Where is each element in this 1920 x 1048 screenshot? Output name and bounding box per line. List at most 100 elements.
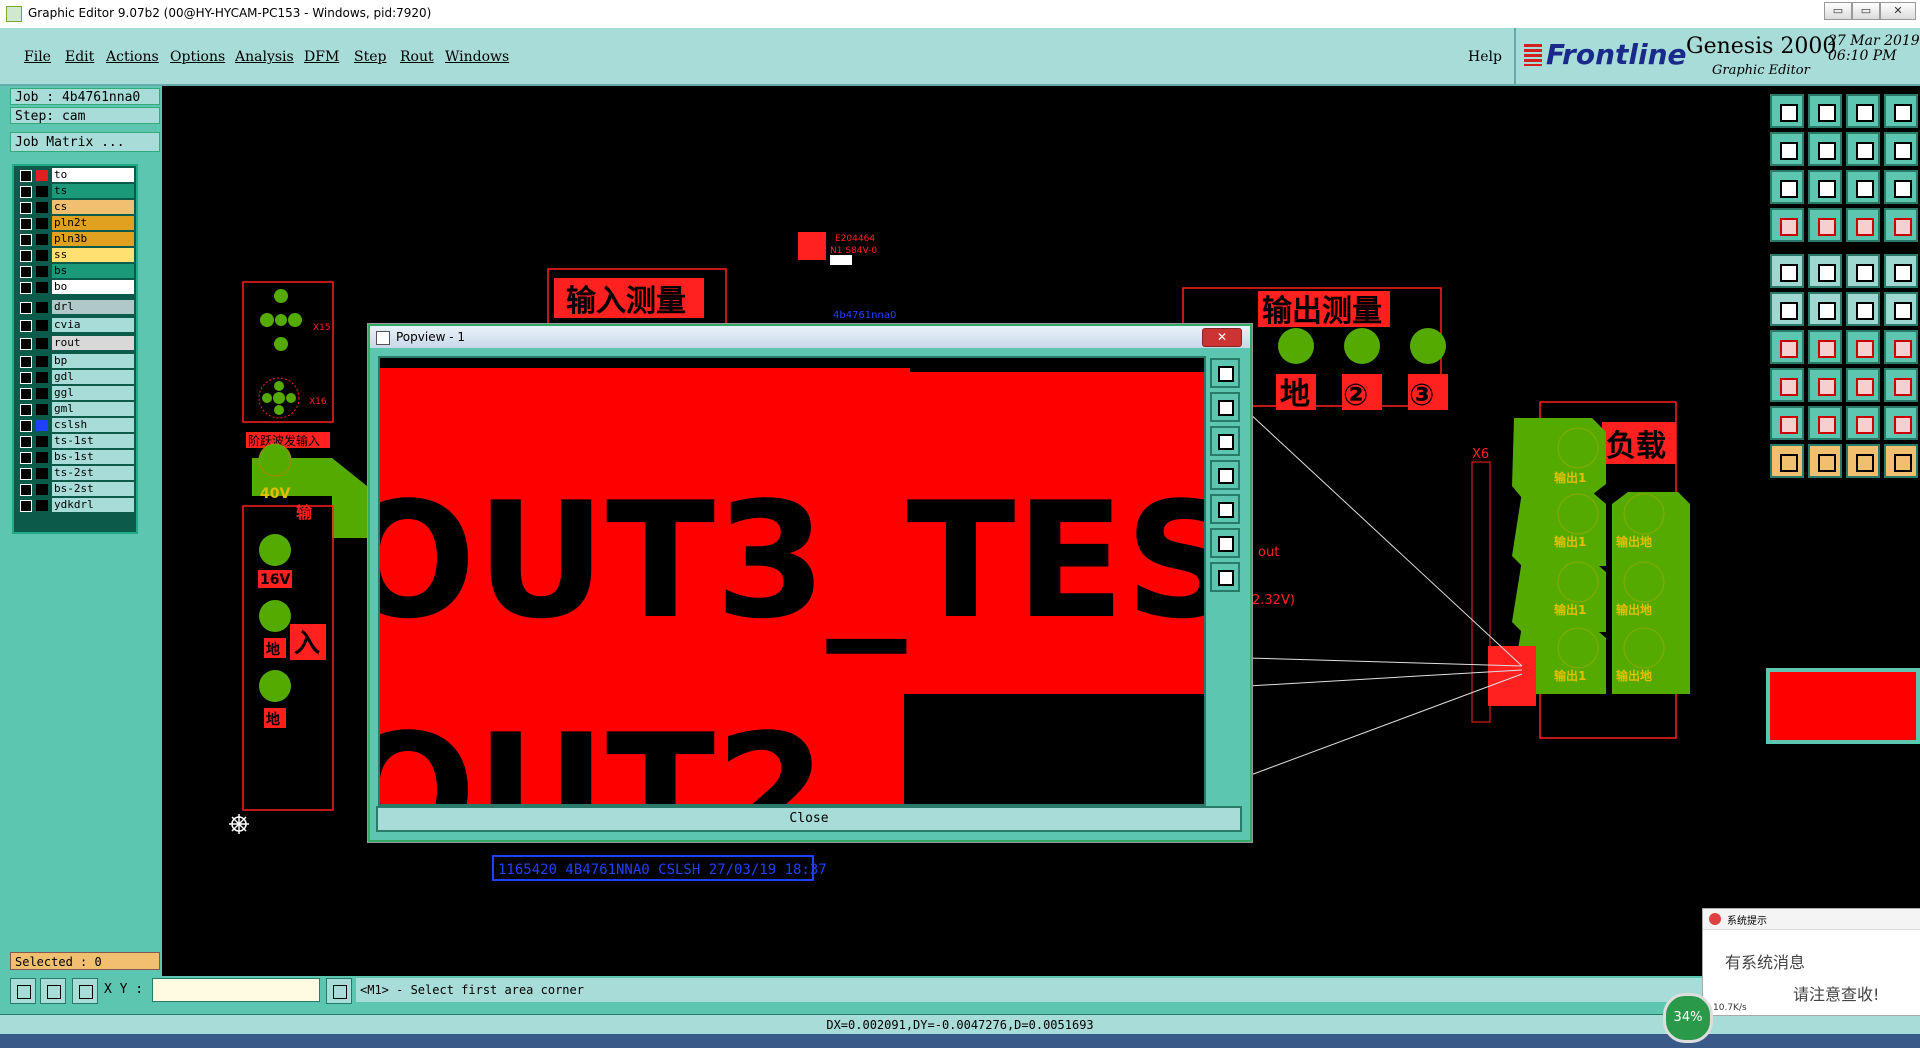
system-toast[interactable]: 系统提示 有系统消息 请注意查收! 34% 10.7K/s: [1663, 908, 1920, 1043]
tool-button-r5-c1[interactable]: [1770, 254, 1804, 288]
layer-color-swatch[interactable]: [36, 356, 48, 367]
layer-name[interactable]: pln3b: [52, 232, 134, 246]
menu-help[interactable]: Help: [1468, 49, 1502, 65]
layer-row-ts-1st[interactable]: ts-1st: [16, 434, 134, 448]
layer-checkbox[interactable]: [20, 170, 32, 182]
menu-options[interactable]: Options: [170, 49, 225, 65]
layer-row-cs[interactable]: cs: [16, 200, 134, 214]
popview-pan-up-button[interactable]: [1210, 392, 1240, 422]
tool-button-r10-c1[interactable]: [1770, 444, 1804, 478]
tool-button-r1-c2[interactable]: [1808, 94, 1842, 128]
layer-name[interactable]: cs: [52, 200, 134, 214]
layer-name[interactable]: gml: [52, 402, 134, 416]
layer-name[interactable]: gdl: [52, 370, 134, 384]
layer-checkbox[interactable]: [20, 420, 32, 432]
layer-checkbox[interactable]: [20, 186, 32, 198]
tool-button-r5-c3[interactable]: [1846, 254, 1880, 288]
tool-button-r9-c4[interactable]: [1884, 406, 1918, 440]
layer-row-ggl[interactable]: ggl: [16, 386, 134, 400]
layer-color-swatch[interactable]: [36, 186, 48, 197]
layer-checkbox[interactable]: [20, 500, 32, 512]
tool-button-r10-c2[interactable]: [1808, 444, 1842, 478]
menu-edit[interactable]: Edit: [65, 49, 94, 65]
tool-button-r10-c4[interactable]: [1884, 444, 1918, 478]
layer-color-swatch[interactable]: [36, 170, 48, 181]
layer-row-bs-1st[interactable]: bs-1st: [16, 450, 134, 464]
tool-button-r3-c2[interactable]: [1808, 170, 1842, 204]
tool-button-r4-c4[interactable]: [1884, 208, 1918, 242]
menu-rout[interactable]: Rout: [400, 49, 434, 65]
layer-row-to[interactable]: to: [16, 168, 134, 182]
popview-center-button[interactable]: [1210, 562, 1240, 592]
layer-color-swatch[interactable]: [36, 234, 48, 245]
menu-actions[interactable]: Actions: [106, 49, 159, 65]
tool-button-r3-c4[interactable]: [1884, 170, 1918, 204]
layer-row-bp[interactable]: bp: [16, 354, 134, 368]
layer-color-swatch[interactable]: [36, 320, 48, 331]
right-mini-preview[interactable]: [1766, 668, 1920, 744]
layer-color-swatch[interactable]: [36, 500, 48, 511]
layer-checkbox[interactable]: [20, 302, 32, 314]
popview-zoom-area[interactable]: OUT3_TES OUT2: [378, 356, 1206, 806]
job-matrix-button[interactable]: Job Matrix ...: [10, 132, 160, 152]
layer-color-swatch[interactable]: [36, 266, 48, 277]
layer-name[interactable]: pln2t: [52, 216, 134, 230]
layer-name[interactable]: bp: [52, 354, 134, 368]
tool-button-r7-c4[interactable]: [1884, 330, 1918, 364]
tool-button-r7-c2[interactable]: [1808, 330, 1842, 364]
layer-name[interactable]: bs-2st: [52, 482, 134, 496]
tool-button-r2-c3[interactable]: [1846, 132, 1880, 166]
tool-button-r1-c1[interactable]: [1770, 94, 1804, 128]
tool-button-r7-c3[interactable]: [1846, 330, 1880, 364]
layer-checkbox[interactable]: [20, 452, 32, 464]
tool-button-r2-c4[interactable]: [1884, 132, 1918, 166]
layer-row-bs[interactable]: bs: [16, 264, 134, 278]
menu-windows[interactable]: Windows: [445, 49, 509, 65]
layer-row-ts[interactable]: ts: [16, 184, 134, 198]
layer-checkbox[interactable]: [20, 282, 32, 294]
tool-button-r5-c4[interactable]: [1884, 254, 1918, 288]
layer-row-ts-2st[interactable]: ts-2st: [16, 466, 134, 480]
tool-button-r8-c3[interactable]: [1846, 368, 1880, 402]
layer-name[interactable]: ts-1st: [52, 434, 134, 448]
layer-color-swatch[interactable]: [36, 388, 48, 399]
layer-color-swatch[interactable]: [36, 282, 48, 293]
tool-button-r6-c2[interactable]: [1808, 292, 1842, 326]
tool-button-r6-c1[interactable]: [1770, 292, 1804, 326]
layer-checkbox[interactable]: [20, 356, 32, 368]
layer-checkbox[interactable]: [20, 202, 32, 214]
layer-row-bs-2st[interactable]: bs-2st: [16, 482, 134, 496]
layer-row-cvia[interactable]: cvia: [16, 318, 134, 332]
layer-checkbox[interactable]: [20, 218, 32, 230]
layer-color-swatch[interactable]: [36, 338, 48, 349]
tool-button-r4-c3[interactable]: [1846, 208, 1880, 242]
layer-row-rout[interactable]: rout: [16, 336, 134, 350]
grid-button[interactable]: [72, 978, 98, 1004]
tool-button-r3-c1[interactable]: [1770, 170, 1804, 204]
layer-name[interactable]: bo: [52, 280, 134, 294]
snap-button[interactable]: [10, 978, 36, 1004]
tool-button-r6-c3[interactable]: [1846, 292, 1880, 326]
layer-name[interactable]: ggl: [52, 386, 134, 400]
tool-button-r8-c1[interactable]: [1770, 368, 1804, 402]
layer-checkbox[interactable]: [20, 266, 32, 278]
layer-name[interactable]: cslsh: [52, 418, 134, 432]
layer-color-swatch[interactable]: [36, 452, 48, 463]
layer-color-swatch[interactable]: [36, 436, 48, 447]
menu-analysis[interactable]: Analysis: [235, 49, 294, 65]
measure-button[interactable]: [40, 978, 66, 1004]
layer-color-swatch[interactable]: [36, 250, 48, 261]
tool-button-r8-c4[interactable]: [1884, 368, 1918, 402]
layer-color-swatch[interactable]: [36, 302, 48, 313]
layer-color-swatch[interactable]: [36, 484, 48, 495]
layer-name[interactable]: ydkdrl: [52, 498, 134, 512]
tool-button-r1-c3[interactable]: [1846, 94, 1880, 128]
layer-checkbox[interactable]: [20, 468, 32, 480]
layer-checkbox[interactable]: [20, 404, 32, 416]
layer-row-pln3b[interactable]: pln3b: [16, 232, 134, 246]
layer-row-ss[interactable]: ss: [16, 248, 134, 262]
popview-pan-down-button[interactable]: [1210, 426, 1240, 456]
layer-row-bo[interactable]: bo: [16, 280, 134, 294]
layer-checkbox[interactable]: [20, 372, 32, 384]
menu-dfm[interactable]: DFM: [304, 49, 339, 65]
